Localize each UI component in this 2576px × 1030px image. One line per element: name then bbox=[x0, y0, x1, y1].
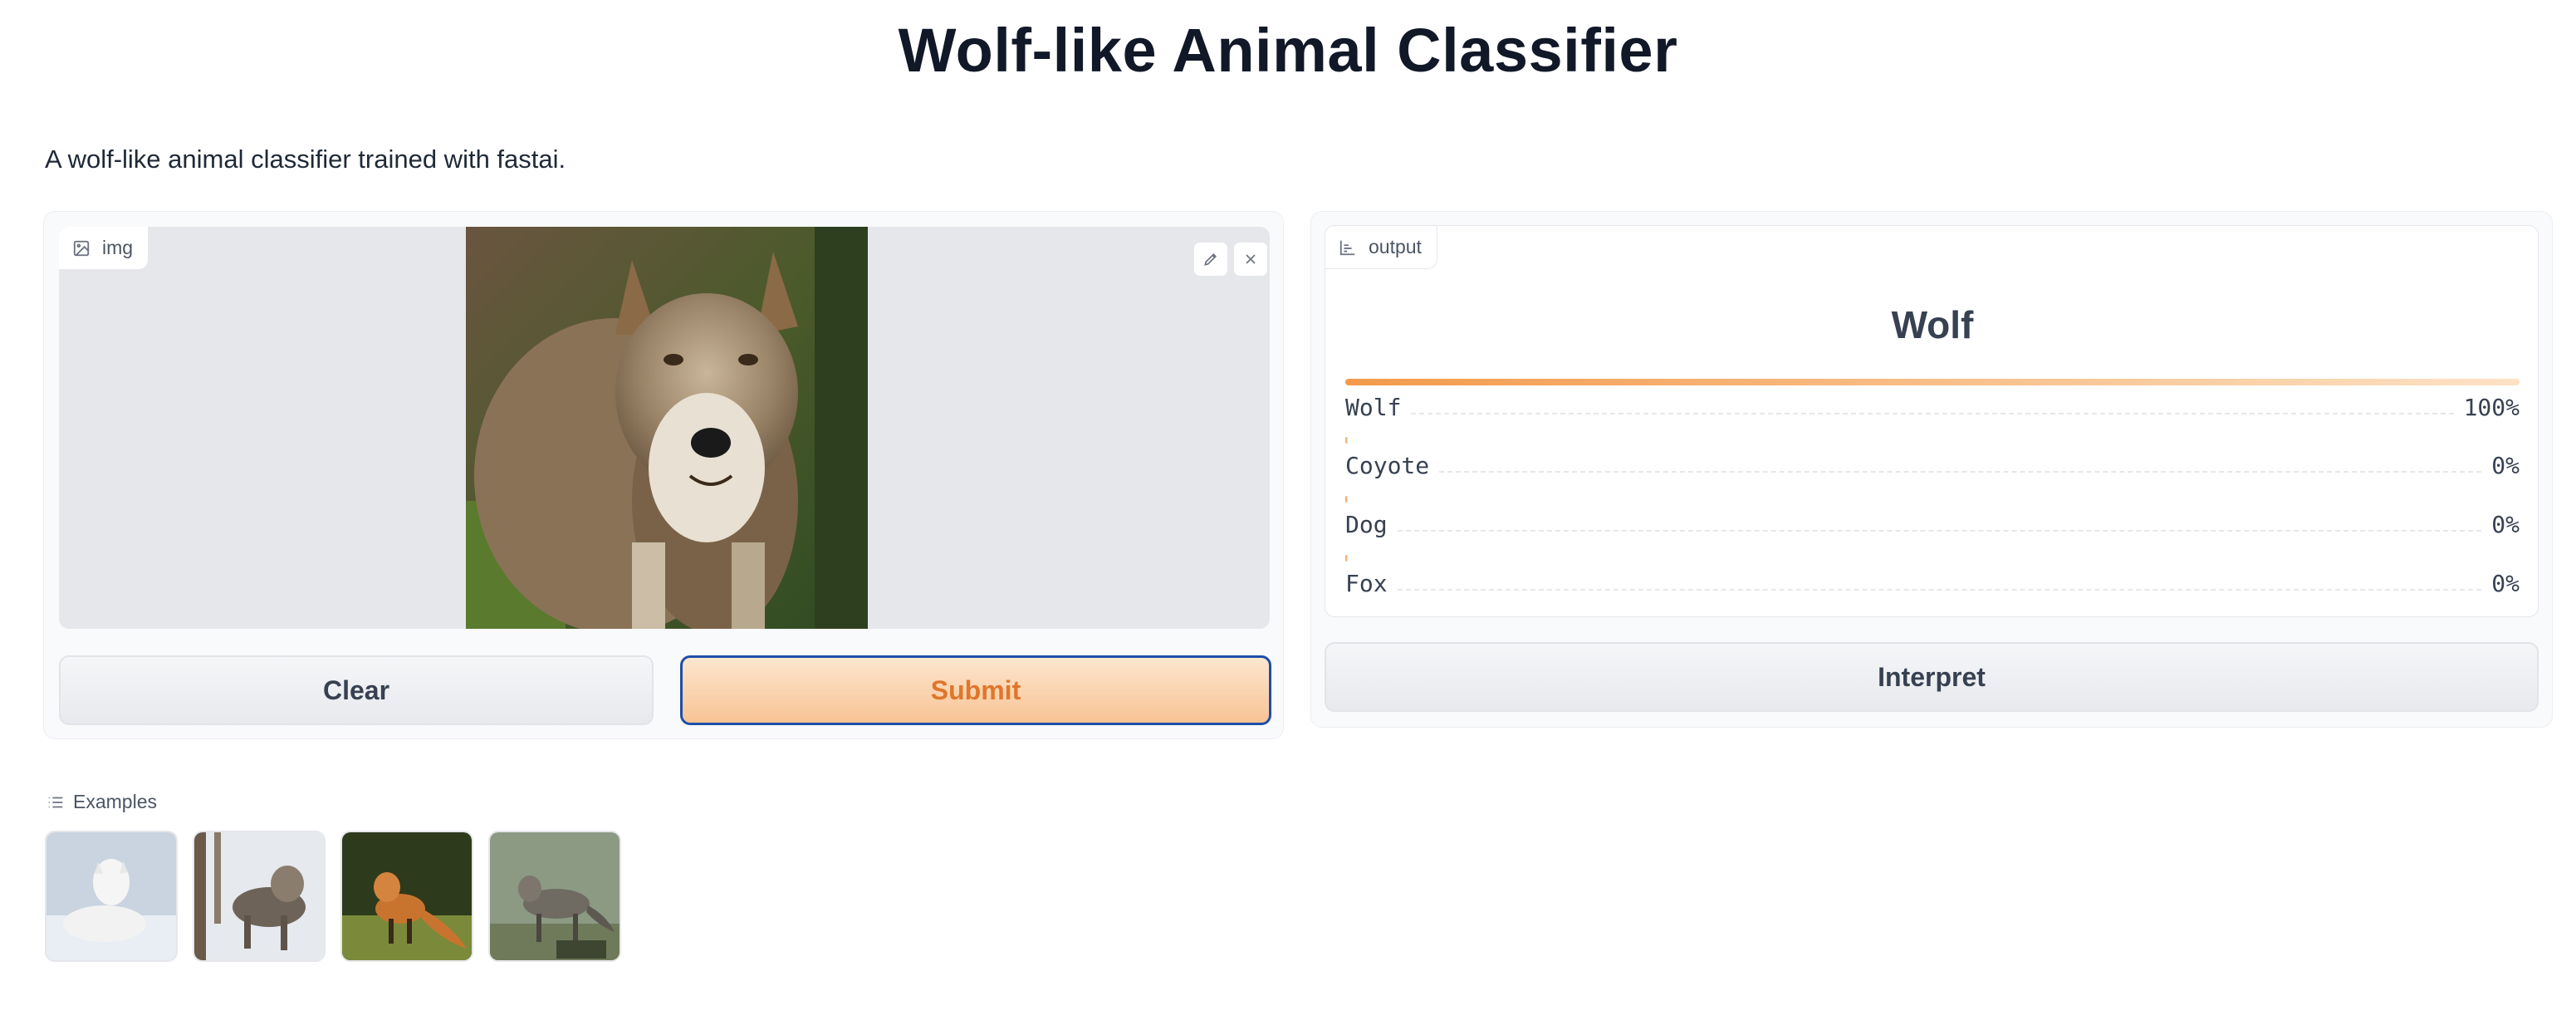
examples-label: Examples bbox=[73, 791, 157, 812]
confidence-bar bbox=[1345, 379, 2520, 385]
image-input-label: img bbox=[59, 227, 149, 270]
output-label: output bbox=[1325, 226, 1437, 269]
edit-icon bbox=[1204, 253, 1217, 266]
confidence-percent: 0% bbox=[2491, 511, 2520, 538]
confidence-label: Wolf bbox=[1345, 394, 1402, 421]
confidence-row-wolf: Wolf 100% bbox=[1345, 379, 2520, 429]
output-label-text: output bbox=[1369, 236, 1422, 258]
confidence-label: Coyote bbox=[1345, 452, 1430, 479]
examples-header: Examples bbox=[47, 791, 157, 813]
list-icon bbox=[48, 797, 63, 807]
edit-image-button[interactable] bbox=[1193, 242, 1228, 277]
confidence-label: Dog bbox=[1345, 511, 1388, 538]
example-image bbox=[490, 832, 620, 960]
output-label-box: output Wolf Wolf 100% Coyote 0% Dog 0% F… bbox=[1325, 225, 2539, 617]
example-image bbox=[194, 832, 324, 960]
close-icon bbox=[1246, 254, 1256, 264]
clear-button[interactable]: Clear bbox=[59, 655, 654, 725]
example-image bbox=[342, 832, 472, 960]
confidence-bar bbox=[1345, 496, 1348, 503]
remove-image-button[interactable] bbox=[1233, 242, 1268, 277]
confidence-percent: 100% bbox=[2463, 394, 2520, 421]
confidence-bar bbox=[1345, 555, 1348, 562]
uploaded-wolf-image bbox=[466, 227, 868, 629]
example-red-fox[interactable] bbox=[340, 831, 473, 962]
example-white-wolf[interactable] bbox=[45, 831, 178, 962]
bar-chart-icon bbox=[1339, 238, 1357, 257]
page-title: Wolf-like Animal Classifier bbox=[898, 16, 1678, 85]
example-image bbox=[47, 832, 176, 960]
example-coyote[interactable] bbox=[488, 831, 621, 962]
confidence-percent: 0% bbox=[2491, 452, 2520, 479]
page-description: A wolf-like animal classifier trained wi… bbox=[45, 145, 566, 174]
confidence-bar bbox=[1345, 437, 1348, 444]
confidence-row-coyote: Coyote 0% bbox=[1345, 437, 2520, 487]
interpret-button[interactable]: Interpret bbox=[1325, 642, 2539, 712]
confidence-row-dog: Dog 0% bbox=[1345, 496, 2520, 546]
image-icon bbox=[72, 239, 91, 258]
predicted-class: Wolf bbox=[1891, 303, 1974, 346]
image-upload[interactable]: img bbox=[59, 227, 1270, 629]
confidence-row-fox: Fox 0% bbox=[1345, 555, 2520, 605]
example-grey-wolf[interactable] bbox=[193, 831, 326, 962]
output-panel: output Wolf Wolf 100% Coyote 0% Dog 0% F… bbox=[1310, 211, 2553, 728]
confidence-percent: 0% bbox=[2491, 570, 2520, 597]
input-panel: img Clear Submit bbox=[43, 211, 1284, 739]
confidence-label: Fox bbox=[1345, 570, 1388, 597]
image-input-label-text: img bbox=[102, 237, 134, 258]
submit-button[interactable]: Submit bbox=[680, 655, 1271, 725]
